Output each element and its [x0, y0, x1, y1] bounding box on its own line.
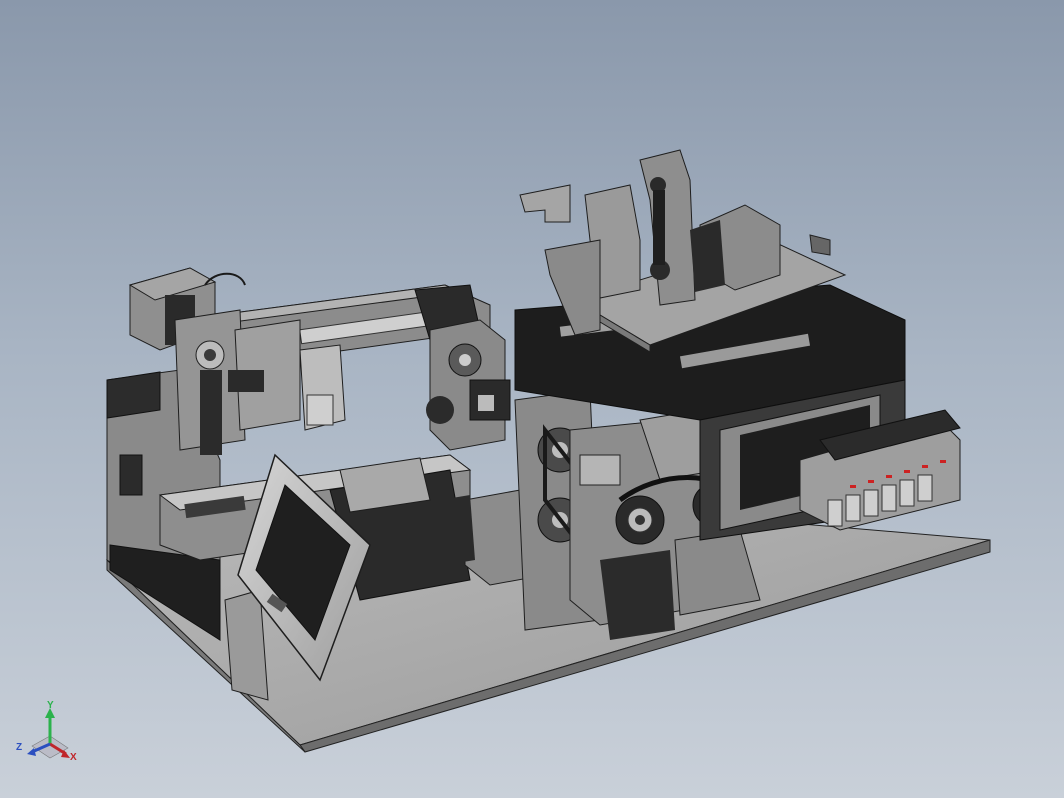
orientation-triad: Y X Z	[14, 700, 84, 772]
z-axis-label: Z	[16, 742, 23, 753]
middle-feed-unit	[426, 319, 511, 451]
machine-model[interactable]	[0, 0, 1064, 798]
cad-viewport[interactable]: Y X Z	[0, 0, 1064, 798]
x-axis-label: X	[70, 752, 77, 763]
y-axis-label: Y	[47, 700, 54, 711]
